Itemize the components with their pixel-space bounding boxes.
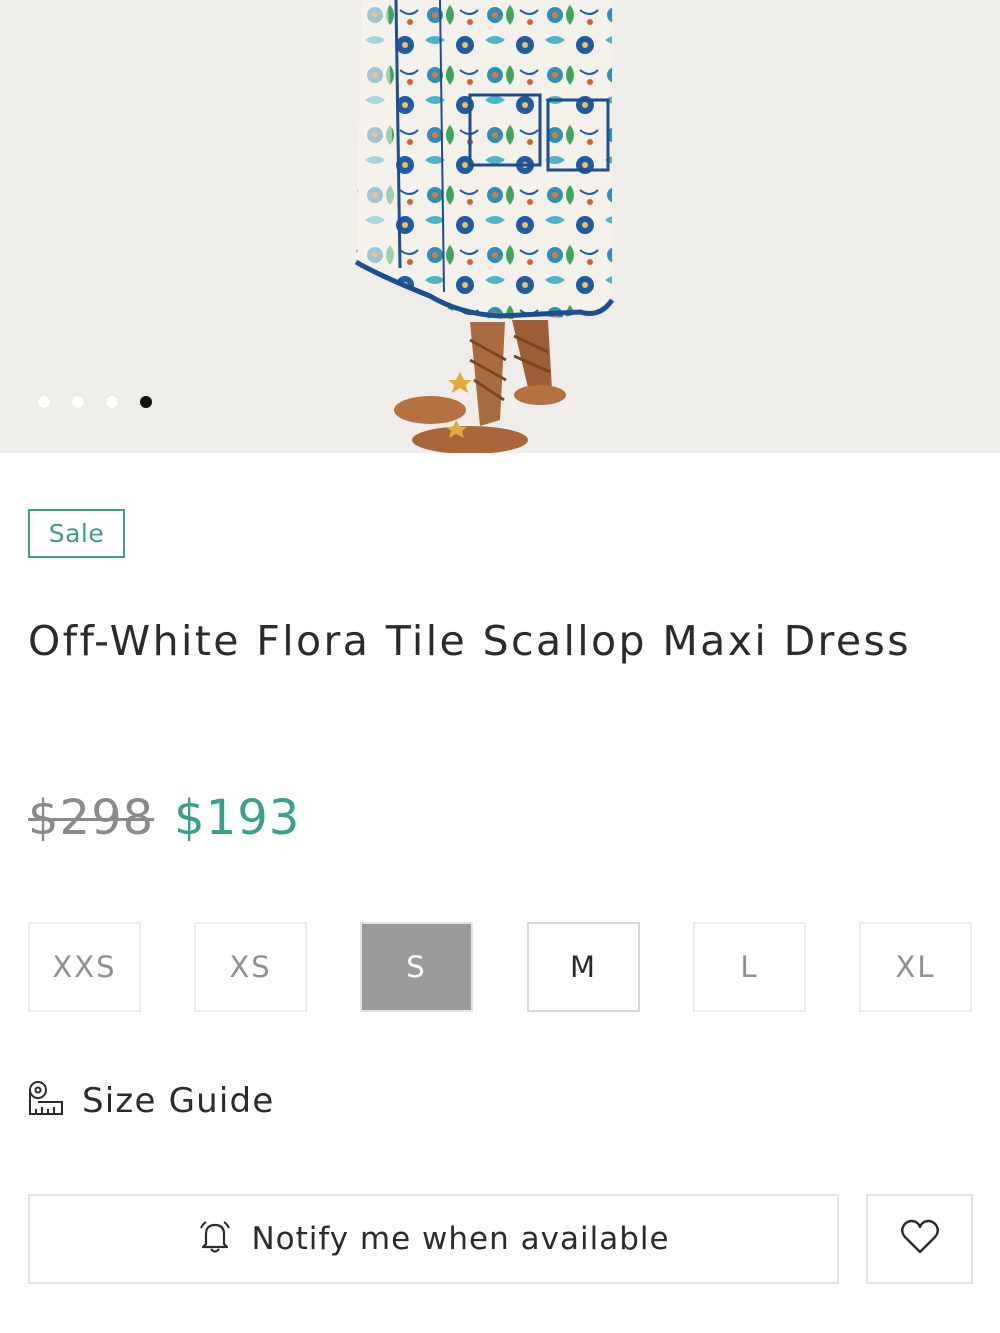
carousel-dot-3[interactable] [106,396,118,408]
size-option-xs[interactable]: XS [194,922,307,1012]
measuring-tape-icon [26,1080,64,1122]
size-selector: XXS XS S M L XL [28,922,972,1012]
carousel-dot-4[interactable] [140,396,152,408]
carousel-dot-2[interactable] [72,396,84,408]
product-title: Off-White Flora Tile Scallop Maxi Dress [28,617,912,665]
price-row: $298 $193 [28,790,300,846]
heart-icon [900,1219,940,1259]
size-option-m[interactable]: M [527,922,640,1012]
size-option-l[interactable]: L [693,922,806,1012]
original-price: $298 [28,790,155,846]
notify-me-label: Notify me when available [251,1221,670,1257]
notify-me-button[interactable]: Notify me when available [28,1194,839,1284]
carousel-dot-1[interactable] [38,396,50,408]
size-option-s[interactable]: S [360,922,473,1012]
size-guide-link[interactable]: Size Guide [26,1080,274,1122]
bell-icon [197,1219,233,1259]
add-to-wishlist-button[interactable] [866,1194,973,1284]
sale-price: $193 [174,790,301,846]
size-option-xl[interactable]: XL [859,922,972,1012]
sale-badge: Sale [28,509,125,558]
product-image-gallery[interactable] [0,0,1000,453]
size-option-xxs[interactable]: XXS [28,922,141,1012]
size-guide-label: Size Guide [82,1081,275,1121]
product-photo [0,0,1000,453]
carousel-dots [38,396,152,408]
